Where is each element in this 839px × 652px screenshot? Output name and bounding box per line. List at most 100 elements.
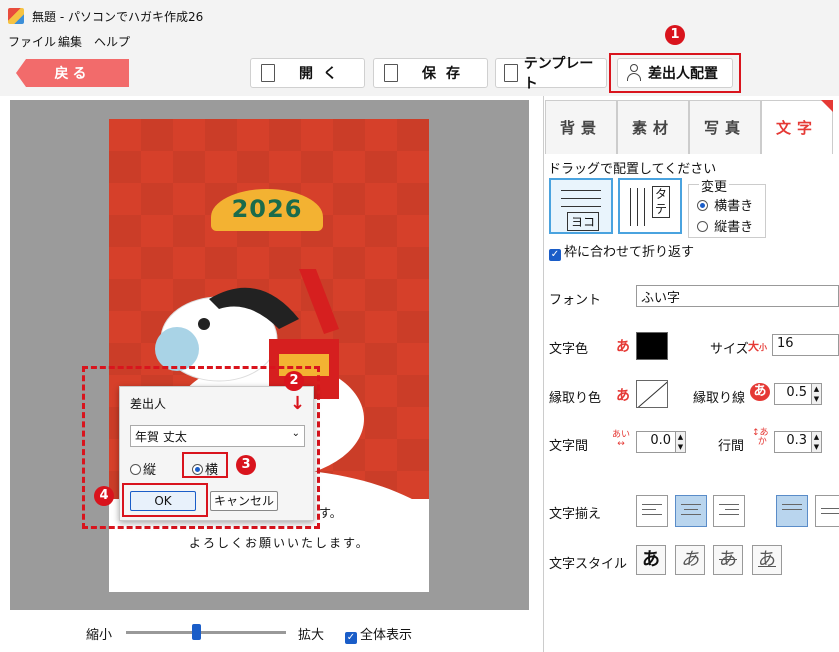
no-color-slash <box>637 381 667 407</box>
color-label: 文字色 <box>549 342 589 357</box>
bold-button[interactable]: あ <box>636 545 666 575</box>
text-line <box>630 188 631 226</box>
step-badge-3: 3 <box>236 455 256 475</box>
text-line <box>561 198 601 199</box>
font-label: フォント <box>549 293 602 308</box>
outline-color-label: 縁取り色 <box>549 391 602 406</box>
horizontal-text-tile[interactable]: ヨコ <box>549 178 613 234</box>
template-icon <box>504 64 518 82</box>
wrap-checkbox[interactable]: ✓ 枠に合わせて折り返す <box>549 241 694 261</box>
line-spacing-input[interactable]: 0.3 <box>774 431 812 453</box>
text-color-icon: あ <box>616 339 630 355</box>
align-center-button[interactable] <box>675 495 707 527</box>
chevron-down-icon: ⌄ <box>291 428 300 439</box>
outline-width-spinner[interactable]: ▲ ▼ <box>812 383 822 405</box>
text-line <box>561 206 601 207</box>
save-button[interactable]: 保存 <box>373 58 488 88</box>
text-color-swatch[interactable] <box>636 332 668 360</box>
char-spacing-spinner[interactable]: ▲ ▼ <box>676 431 686 453</box>
size-select[interactable]: 16 <box>772 334 839 356</box>
italic-button[interactable]: あ <box>675 545 705 575</box>
align-left-button[interactable] <box>636 495 668 527</box>
outline-width-icon: あ <box>750 383 770 401</box>
template-button[interactable]: テンプレート <box>495 56 607 92</box>
drag-hint: ドラッグで配置してください <box>548 162 717 177</box>
radio-vertical[interactable]: 縦 <box>130 459 156 478</box>
char-spacing-icon: あい ↔ <box>612 430 631 449</box>
line-spacing-icon: ↕あ か <box>752 428 769 447</box>
strikethrough-button[interactable]: あ <box>713 545 743 575</box>
align-top-button[interactable] <box>776 495 808 527</box>
tab-photo[interactable]: 写真 <box>689 100 761 154</box>
template-label: テンプレート <box>523 56 594 92</box>
card-message: よろしくお願いいたします。 <box>189 536 370 550</box>
line-spacing-spinner[interactable]: ▲ ▼ <box>812 431 822 453</box>
cancel-button[interactable]: キャンセル <box>210 491 278 511</box>
horizontal-write-label: 横書き <box>714 199 754 214</box>
outline-color-swatch[interactable] <box>636 380 668 408</box>
tab-corner-mark <box>821 100 833 112</box>
highlight-box-3 <box>182 452 228 478</box>
outline-width-label: 縁取り線 <box>693 391 746 406</box>
step-badge-2: 2 <box>284 371 304 391</box>
open-label: 開く <box>299 66 347 82</box>
card-message-partial: す。 <box>319 506 342 520</box>
text-line <box>637 188 638 226</box>
tile-v-label: タテ <box>652 186 670 218</box>
open-button[interactable]: 開く <box>250 58 365 88</box>
checkmark-icon: ✓ <box>345 632 357 644</box>
zoom-track <box>126 631 286 634</box>
radio-vertical-write[interactable]: 縦書き <box>697 216 753 235</box>
font-select[interactable]: ふい字 <box>636 285 839 307</box>
size-icon: 大小 <box>748 340 767 353</box>
step-badge-1: 1 <box>665 25 685 45</box>
zoom-bar: 縮小 拡大 ✓ 全体表示 <box>0 610 543 652</box>
highlight-box-4 <box>122 483 208 517</box>
wrap-label: 枠に合わせて折り返す <box>564 245 695 260</box>
text-line <box>561 190 601 191</box>
vertical-write-label: 縦書き <box>714 220 754 235</box>
zoom-enlarge-label: 拡大 <box>298 628 325 643</box>
radio-vertical-label: 縦 <box>143 463 157 478</box>
char-spacing-input[interactable]: 0.0 <box>636 431 676 453</box>
change-label: 変更 <box>699 176 730 195</box>
app-icon <box>8 8 24 24</box>
zoom-shrink-label: 縮小 <box>86 628 113 643</box>
radio-vertical-icon <box>130 464 141 475</box>
checkmark-icon: ✓ <box>549 249 561 261</box>
tab-background[interactable]: 背景 <box>545 100 617 154</box>
arrow-down-icon: ↓ <box>290 393 306 414</box>
outline-color-icon: あ <box>616 388 630 404</box>
tile-h-label: ヨコ <box>567 212 600 231</box>
save-label: 保存 <box>422 66 470 82</box>
vertical-text-tile[interactable]: タテ <box>618 178 682 234</box>
back-button[interactable]: 戻る <box>16 59 129 87</box>
menu-help[interactable]: ヘルプ <box>94 33 130 50</box>
radio-icon <box>697 221 708 232</box>
dialog-title: 差出人 <box>130 397 167 411</box>
highlight-box-1 <box>609 53 741 93</box>
open-file-icon <box>261 64 275 82</box>
size-label: サイズ <box>710 342 749 357</box>
underline-button[interactable]: あ <box>752 545 782 575</box>
menu-file[interactable]: ファイル <box>8 33 56 50</box>
orientation-group: 変更 横書き 縦書き <box>688 176 766 238</box>
outline-width-input[interactable]: 0.5 <box>774 383 812 405</box>
menu-bar: ファイル 編集 ヘルプ <box>0 32 839 50</box>
save-file-icon <box>384 64 398 82</box>
menu-edit[interactable]: 編集 <box>58 33 82 50</box>
step-badge-4: 4 <box>94 486 114 506</box>
window-title: 無題 - パソコンでハガキ作成26 <box>32 10 204 24</box>
fit-all-checkbox[interactable]: ✓ 全体表示 <box>345 624 412 644</box>
radio-icon <box>697 200 708 211</box>
fit-all-label: 全体表示 <box>360 628 413 643</box>
line-spacing-label: 行間 <box>718 439 745 454</box>
align-middle-button[interactable] <box>815 495 839 527</box>
zoom-slider[interactable] <box>192 624 202 640</box>
radio-horizontal-write[interactable]: 横書き <box>697 195 753 214</box>
align-label: 文字揃え <box>549 507 602 522</box>
align-right-button[interactable] <box>713 495 745 527</box>
tab-materials[interactable]: 素材 <box>617 100 689 154</box>
sender-select-value: 年賀 丈太 <box>135 430 187 444</box>
sender-select[interactable]: 年賀 丈太 ⌄ <box>130 425 305 447</box>
